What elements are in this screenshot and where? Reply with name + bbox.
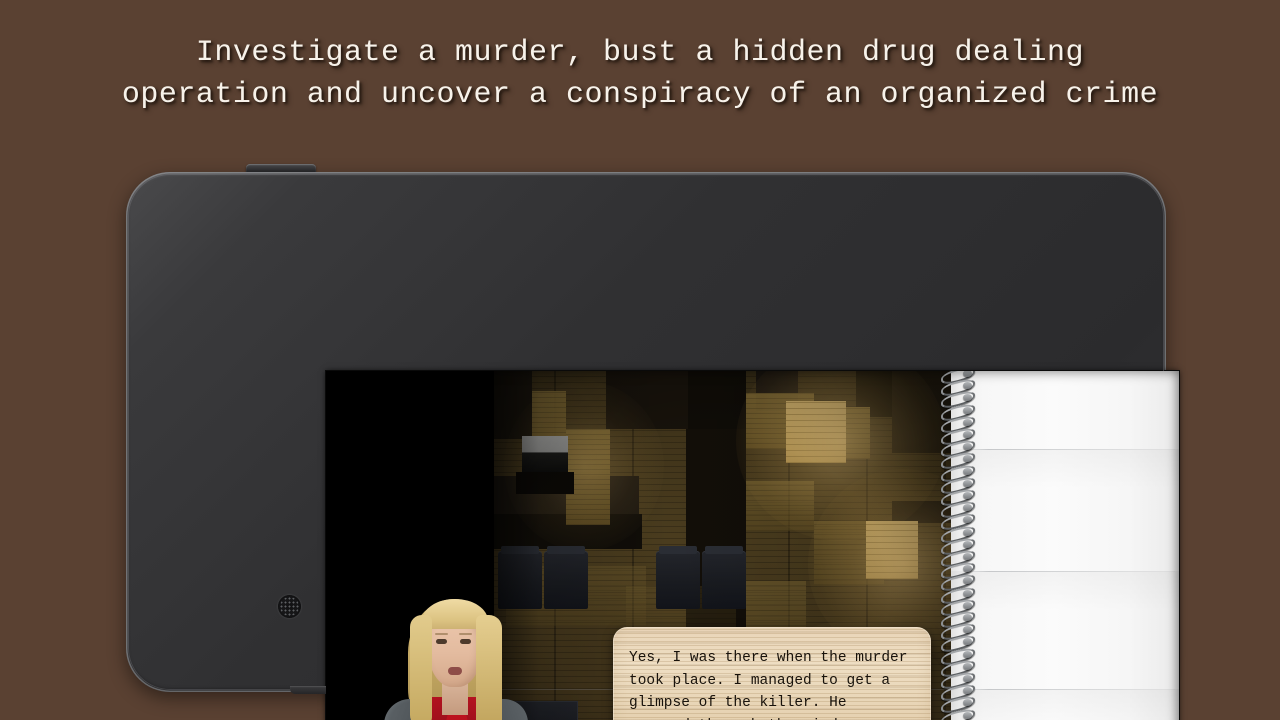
- note-rule-line: [963, 689, 1175, 690]
- note-rule-line: [963, 449, 1175, 450]
- wall-object: [516, 436, 574, 494]
- note-rule-line: [963, 571, 1175, 572]
- scene-block: [606, 371, 688, 429]
- scene-block: [892, 501, 951, 523]
- scene-block: [892, 371, 951, 453]
- floor-plank: [746, 481, 814, 531]
- screenshot-root: Investigate a murder, bust a hidden drug…: [0, 0, 1280, 720]
- lit-floor-tile: [866, 521, 918, 579]
- page-shade: [951, 449, 1179, 489]
- scene-block: [484, 514, 642, 549]
- game-scene[interactable]: Yes, I was there when the murder took pl…: [326, 371, 951, 720]
- seat: [702, 546, 746, 609]
- page-title: Investigate a murder, bust a hidden drug…: [121, 36, 1159, 112]
- seat: [544, 546, 588, 609]
- phone-screen: Yes, I was there when the murder took pl…: [326, 371, 1179, 720]
- notepad-panel[interactable]: [951, 371, 1179, 720]
- seat: [656, 546, 700, 609]
- dialogue-box[interactable]: Yes, I was there when the murder took pl…: [613, 627, 931, 720]
- portrait-buttons: [366, 593, 544, 720]
- page-shade: [951, 689, 1179, 720]
- dialogue-text: Yes, I was there when the murder took pl…: [629, 650, 908, 720]
- speaker-grille-icon: [278, 595, 301, 618]
- phone-device-frame: Yes, I was there when the murder took pl…: [126, 172, 1179, 720]
- character-portrait-woman: [366, 593, 544, 720]
- page-shade: [951, 571, 1179, 611]
- lit-floor-tile: [786, 401, 846, 463]
